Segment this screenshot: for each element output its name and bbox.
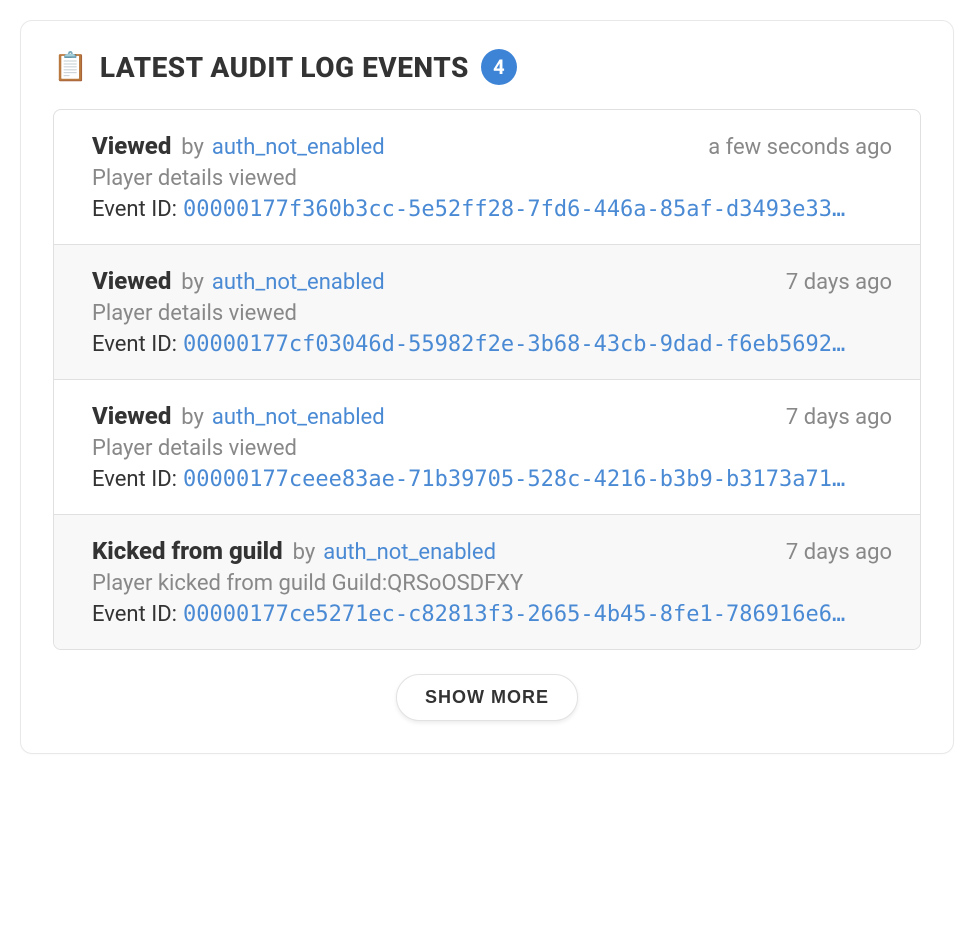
event-item[interactable]: Viewed by auth_not_enabled 7 days ago Pl…: [54, 245, 920, 380]
event-description: Player kicked from guild Guild:QRSoOSDFX…: [92, 571, 892, 596]
event-actor-link[interactable]: auth_not_enabled: [212, 405, 385, 430]
event-id-row: Event ID: 00000177ce5271ec-c82813f3-2665…: [92, 602, 892, 627]
event-by-label: by: [181, 270, 204, 295]
event-id-link[interactable]: 00000177ceee83ae-71b39705-528c-4216-b3b9…: [183, 467, 845, 492]
event-item[interactable]: Viewed by auth_not_enabled 7 days ago Pl…: [54, 380, 920, 515]
event-actor-link[interactable]: auth_not_enabled: [212, 270, 385, 295]
event-action: Viewed: [92, 267, 171, 295]
event-id-label: Event ID:: [92, 332, 177, 357]
event-description: Player details viewed: [92, 436, 892, 461]
event-by-label: by: [181, 135, 204, 160]
event-description: Player details viewed: [92, 166, 892, 191]
event-by-label: by: [293, 540, 316, 565]
event-heading: Viewed by auth_not_enabled: [92, 402, 385, 430]
event-description: Player details viewed: [92, 301, 892, 326]
card-title: LATEST AUDIT LOG EVENTS: [100, 51, 469, 84]
event-id-row: Event ID: 00000177ceee83ae-71b39705-528c…: [92, 467, 892, 492]
clipboard-icon: 📋: [53, 53, 88, 81]
event-top-row: Viewed by auth_not_enabled 7 days ago: [92, 267, 892, 295]
event-top-row: Viewed by auth_not_enabled 7 days ago: [92, 402, 892, 430]
event-count-badge: 4: [481, 49, 517, 85]
show-more-button[interactable]: SHOW MORE: [396, 674, 578, 721]
event-id-row: Event ID: 00000177f360b3cc-5e52ff28-7fd6…: [92, 197, 892, 222]
event-id-label: Event ID:: [92, 602, 177, 627]
event-heading: Viewed by auth_not_enabled: [92, 267, 385, 295]
event-id-label: Event ID:: [92, 197, 177, 222]
event-action: Viewed: [92, 402, 171, 430]
event-actor-link[interactable]: auth_not_enabled: [212, 135, 385, 160]
event-top-row: Kicked from guild by auth_not_enabled 7 …: [92, 537, 892, 565]
event-time: 7 days ago: [786, 270, 892, 295]
event-top-row: Viewed by auth_not_enabled a few seconds…: [92, 132, 892, 160]
event-time: 7 days ago: [786, 405, 892, 430]
event-id-label: Event ID:: [92, 467, 177, 492]
event-by-label: by: [181, 405, 204, 430]
event-heading: Kicked from guild by auth_not_enabled: [92, 537, 496, 565]
event-id-link[interactable]: 00000177cf03046d-55982f2e-3b68-43cb-9dad…: [183, 332, 845, 357]
event-id-link[interactable]: 00000177f360b3cc-5e52ff28-7fd6-446a-85af…: [183, 197, 845, 222]
event-time: 7 days ago: [786, 540, 892, 565]
show-more-wrap: SHOW MORE: [53, 674, 921, 721]
event-list: Viewed by auth_not_enabled a few seconds…: [53, 109, 921, 650]
card-header: 📋 LATEST AUDIT LOG EVENTS 4: [53, 49, 921, 85]
event-id-link[interactable]: 00000177ce5271ec-c82813f3-2665-4b45-8fe1…: [183, 602, 845, 627]
audit-log-card: 📋 LATEST AUDIT LOG EVENTS 4 Viewed by au…: [20, 20, 954, 754]
event-item[interactable]: Viewed by auth_not_enabled a few seconds…: [54, 110, 920, 245]
event-heading: Viewed by auth_not_enabled: [92, 132, 385, 160]
event-action: Kicked from guild: [92, 537, 283, 565]
event-item[interactable]: Kicked from guild by auth_not_enabled 7 …: [54, 515, 920, 649]
event-id-row: Event ID: 00000177cf03046d-55982f2e-3b68…: [92, 332, 892, 357]
event-action: Viewed: [92, 132, 171, 160]
event-time: a few seconds ago: [708, 135, 892, 160]
event-actor-link[interactable]: auth_not_enabled: [323, 540, 496, 565]
